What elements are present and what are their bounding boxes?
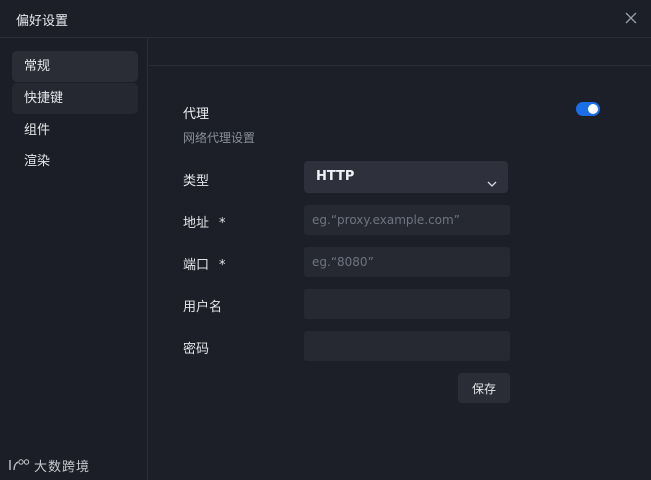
username-label: 用户名 <box>183 300 223 315</box>
chevron-down-icon <box>486 171 498 187</box>
username-input[interactable] <box>304 289 510 319</box>
window-title: 偏好设置 <box>16 14 69 29</box>
brand-name: 大数跨境 <box>34 459 91 475</box>
address-label: 地址 * <box>183 212 226 231</box>
sidebar: 常规 快捷键 组件 渲染 大数跨境 <box>0 38 148 480</box>
save-button[interactable]: 保存 <box>458 373 510 403</box>
port-input[interactable] <box>304 247 510 277</box>
type-select[interactable]: HTTP <box>304 161 508 193</box>
sidebar-item-general[interactable]: 常规 <box>12 51 138 82</box>
password-label: 密码 <box>183 342 210 357</box>
preferences-window: 偏好设置 常规 快捷键 组件 渲染 大数跨境 代理 网络代理设置 类型 HTTP… <box>0 0 651 480</box>
address-input[interactable] <box>304 205 510 235</box>
brand-icon <box>9 459 30 471</box>
port-label: 端口 * <box>183 254 226 273</box>
address-label-text: 地址 <box>183 216 210 231</box>
title-bar: 偏好设置 <box>0 0 651 38</box>
required-mark: * <box>219 216 226 231</box>
required-mark: * <box>219 258 226 273</box>
sidebar-item-rendering[interactable]: 渲染 <box>12 146 138 177</box>
close-icon[interactable] <box>623 10 639 26</box>
toggle-knob <box>588 104 598 114</box>
proxy-settings-panel: 代理 网络代理设置 类型 HTTP 地址 * 端口 * 用户名 密码 保存 <box>149 38 651 480</box>
proxy-toggle[interactable] <box>576 102 600 116</box>
brand-logo: 大数跨境 <box>8 456 91 475</box>
sidebar-item-shortcuts[interactable]: 快捷键 <box>12 83 138 114</box>
section-title: 代理 <box>183 107 210 122</box>
type-label: 类型 <box>183 174 210 189</box>
sidebar-item-components[interactable]: 组件 <box>12 115 138 146</box>
content-divider <box>149 65 651 66</box>
port-label-text: 端口 <box>183 258 210 273</box>
type-select-value: HTTP <box>316 169 355 184</box>
section-subtitle: 网络代理设置 <box>183 131 256 145</box>
password-input[interactable] <box>304 331 510 361</box>
